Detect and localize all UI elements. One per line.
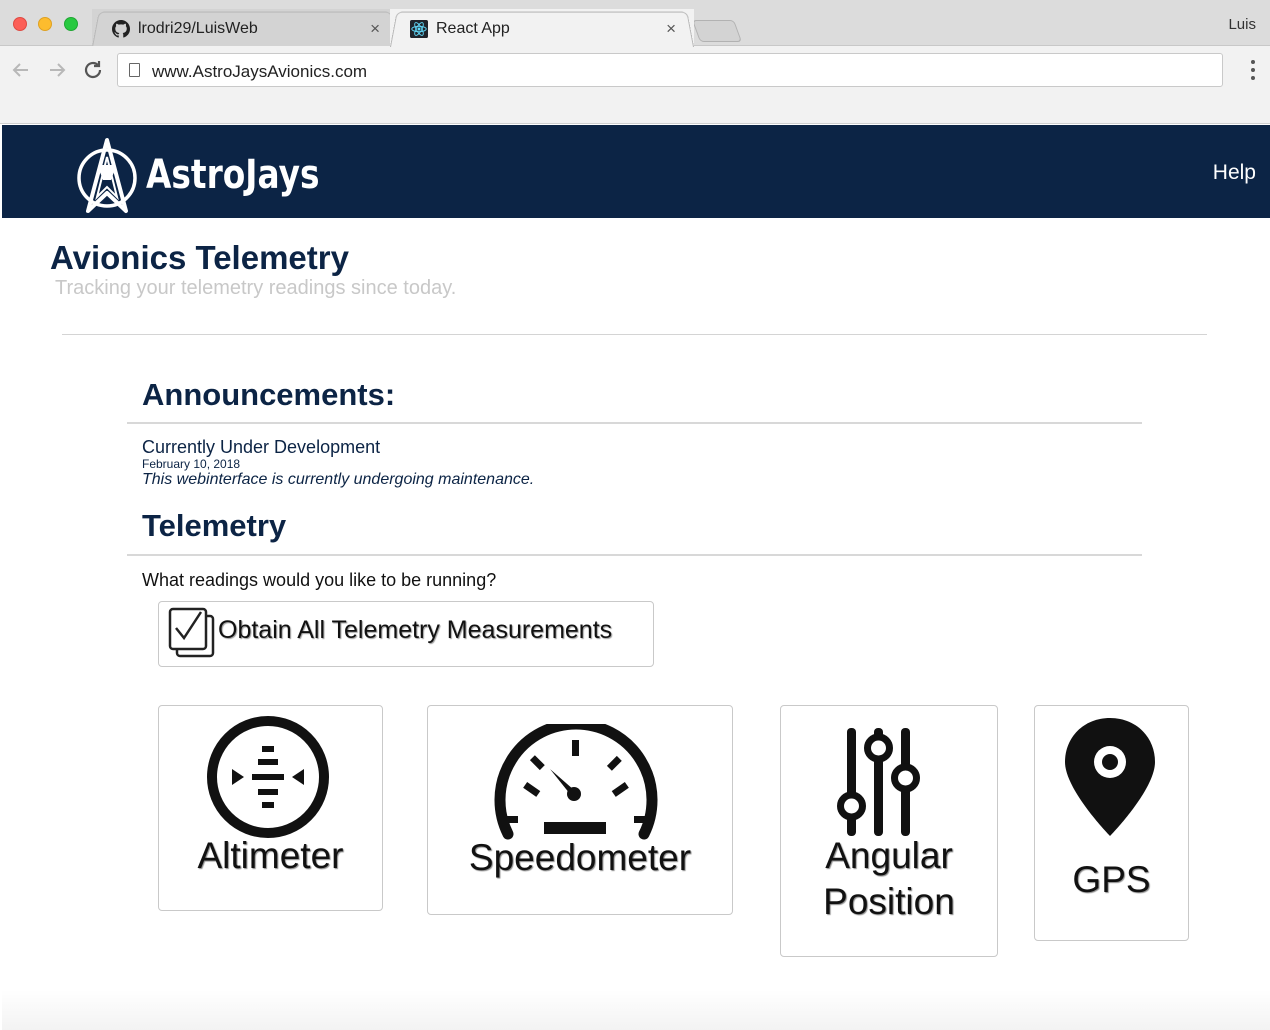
tile-label: Altimeter bbox=[197, 835, 344, 876]
browser-menu-icon[interactable] bbox=[1250, 60, 1256, 80]
map-pin-icon bbox=[1065, 718, 1155, 836]
profile-name[interactable]: Luis bbox=[1228, 16, 1256, 33]
altimeter-tile[interactable]: Altimeter bbox=[158, 705, 383, 911]
react-icon bbox=[410, 20, 428, 38]
new-tab-button[interactable] bbox=[691, 20, 743, 42]
close-tab-icon[interactable]: × bbox=[666, 19, 676, 39]
web-page: AstroJays Help Avionics Telemetry Tracki… bbox=[2, 125, 1270, 1030]
page-title: Avionics Telemetry bbox=[50, 239, 349, 276]
forward-arrow-icon[interactable] bbox=[45, 58, 69, 82]
altimeter-icon bbox=[207, 716, 329, 838]
browser-tab-luisweb[interactable]: lrodri29/LuisWeb × bbox=[92, 9, 398, 47]
announcements-heading: Announcements: bbox=[142, 377, 396, 412]
divider bbox=[62, 334, 1207, 335]
obtain-all-label: Obtain All Telemetry Measurements bbox=[218, 616, 613, 644]
gps-tile[interactable]: GPS bbox=[1034, 705, 1189, 941]
reload-icon[interactable] bbox=[81, 58, 105, 82]
browser-tab-react-app[interactable]: React App × bbox=[390, 9, 694, 47]
obtain-all-button[interactable]: Obtain All Telemetry Measurements bbox=[158, 601, 654, 667]
tile-label: GPS bbox=[1072, 859, 1151, 900]
brand-name[interactable]: AstroJays bbox=[146, 152, 320, 198]
address-bar[interactable]: www.AstroJaysAvionics.com bbox=[117, 53, 1223, 87]
close-tab-icon[interactable]: × bbox=[370, 19, 380, 39]
astrojays-logo-icon[interactable] bbox=[76, 137, 138, 215]
back-arrow-icon[interactable] bbox=[9, 58, 33, 82]
page-bottom-fade bbox=[2, 990, 1270, 1030]
announcement-body: This webinterface is currently undergoin… bbox=[142, 471, 535, 488]
tab-label: React App bbox=[436, 20, 510, 37]
speedometer-tile[interactable]: Speedometer bbox=[427, 705, 733, 915]
page-icon bbox=[129, 63, 140, 77]
github-icon bbox=[112, 20, 130, 38]
window-close-button[interactable] bbox=[13, 17, 27, 31]
speedometer-icon bbox=[494, 724, 658, 840]
page-subtitle: Tracking your telemetry readings since t… bbox=[55, 277, 457, 299]
site-navbar: AstroJays Help bbox=[2, 125, 1270, 218]
browser-toolbar: www.AstroJaysAvionics.com bbox=[0, 46, 1270, 124]
telemetry-prompt: What readings would you like to be runni… bbox=[142, 570, 497, 590]
angular-position-tile[interactable]: Angular Position bbox=[780, 705, 998, 957]
url-text[interactable]: www.AstroJaysAvionics.com bbox=[152, 62, 367, 82]
tile-label-line1: Angular bbox=[825, 835, 953, 876]
tile-label-line2: Position bbox=[823, 881, 955, 922]
help-link[interactable]: Help bbox=[1213, 161, 1256, 185]
tile-label: Speedometer bbox=[468, 837, 692, 878]
browser-tab-strip: lrodri29/LuisWeb × React App × Luis bbox=[0, 0, 1270, 47]
checkbox-icon bbox=[168, 607, 215, 658]
sliders-icon bbox=[837, 728, 920, 836]
telemetry-heading: Telemetry bbox=[142, 508, 287, 543]
announcement-date: February 10, 2018 bbox=[142, 457, 241, 471]
announcement-title: Currently Under Development bbox=[142, 437, 381, 457]
divider bbox=[127, 422, 1142, 424]
window-zoom-button[interactable] bbox=[64, 17, 78, 31]
tab-label: lrodri29/LuisWeb bbox=[138, 20, 258, 37]
divider bbox=[127, 554, 1142, 556]
window-minimize-button[interactable] bbox=[38, 17, 52, 31]
